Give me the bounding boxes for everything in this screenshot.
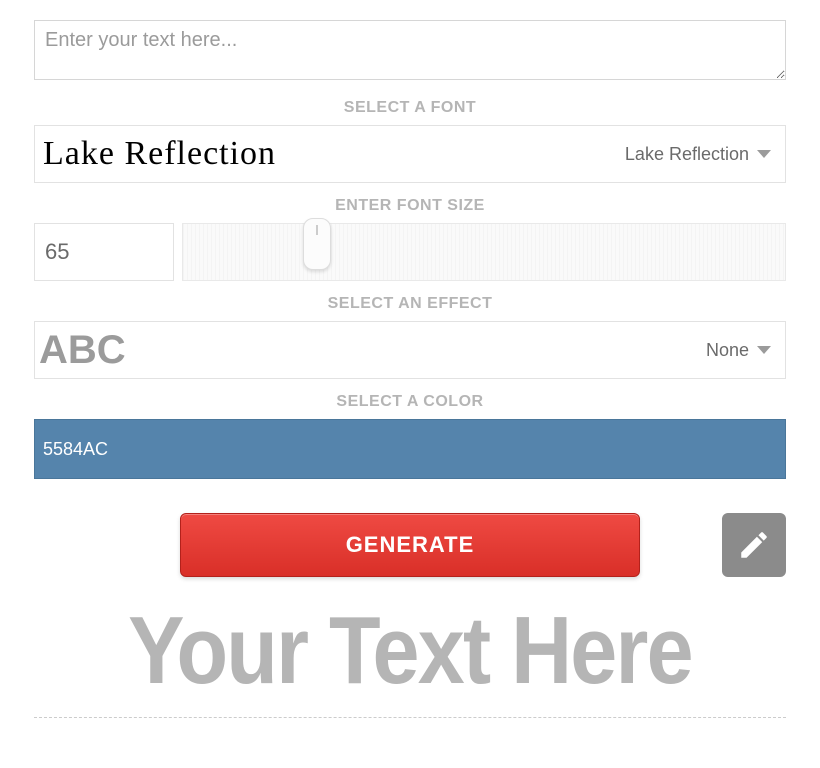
color-select[interactable]: 5584AC xyxy=(34,419,786,479)
effect-selected-value: None xyxy=(706,340,757,361)
generate-button[interactable]: GENERATE xyxy=(180,513,640,577)
font-size-section-label: ENTER FONT SIZE xyxy=(34,197,786,215)
pencil-icon xyxy=(737,528,771,562)
font-size-slider[interactable] xyxy=(182,223,786,281)
font-preview: Lake Reflection xyxy=(35,135,375,173)
font-select[interactable]: Lake Reflection Lake Reflection xyxy=(34,125,786,183)
chevron-down-icon xyxy=(757,150,771,158)
effect-preview: ABC xyxy=(35,328,175,373)
effect-select[interactable]: ABC None xyxy=(34,321,786,379)
font-section-label: SELECT A FONT xyxy=(34,99,786,117)
text-input[interactable] xyxy=(34,20,786,80)
color-value: 5584AC xyxy=(43,439,108,460)
preview-text: Your Text Here xyxy=(79,603,741,699)
color-section-label: SELECT A COLOR xyxy=(34,393,786,411)
chevron-down-icon xyxy=(757,346,771,354)
edit-button[interactable] xyxy=(722,513,786,577)
font-selected-value: Lake Reflection xyxy=(625,144,757,165)
slider-thumb[interactable] xyxy=(303,218,331,270)
effect-section-label: SELECT AN EFFECT xyxy=(34,295,786,313)
divider xyxy=(34,717,786,718)
font-size-input[interactable] xyxy=(34,223,174,281)
